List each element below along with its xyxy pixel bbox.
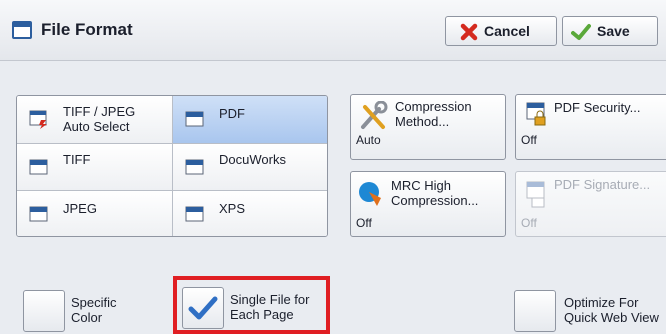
docuworks-file-icon [185,159,204,175]
lock-document-icon [526,102,546,126]
cancel-button[interactable]: Cancel [445,16,557,46]
tiff-jpeg-auto-icon [29,110,47,129]
header-bar: File Format Cancel Save [0,0,666,61]
specific-color-line2: Color [71,310,103,325]
format-xps[interactable]: XPS [173,191,327,236]
format-line1: TIFF / JPEG [63,104,136,119]
format-tiff-jpeg-auto[interactable]: TIFF / JPEG Auto Select [17,96,173,144]
checkbox-box [23,290,65,332]
pdf-signature-label: PDF Signature... [554,177,651,192]
optimize-quick-web-view-checkbox[interactable]: Optimize For Quick Web View [514,290,664,334]
specific-color-line1: Specific [71,295,117,310]
format-grid: TIFF / JPEG Auto Select PDF TIFF DocuWor… [16,95,328,237]
compression-method-button[interactable]: Compression Method... Auto [350,94,506,160]
jpeg-file-icon [29,206,48,222]
save-button[interactable]: Save [562,16,658,46]
mrc-line1: MRC High [391,178,451,193]
mrc-line2: Compression... [391,193,479,208]
compression-line2: Method... [395,114,450,129]
mrc-high-compression-button[interactable]: MRC High Compression... Off [350,171,506,237]
pdf-signature-value: Off [521,216,537,230]
mrc-icon [359,182,381,206]
format-label: PDF [219,106,245,121]
x-icon [460,23,478,41]
xps-file-icon [185,206,204,222]
format-pdf[interactable]: PDF [173,96,327,144]
format-line2: Auto Select [63,119,130,134]
pdf-security-label: PDF Security... [554,100,641,115]
quick-web-view-line1: Optimize For [564,295,639,310]
compression-line1: Compression [395,99,472,114]
signature-document-icon [526,181,545,208]
specific-color-checkbox[interactable]: Specific Color [23,290,143,334]
save-label: Save [597,23,630,39]
format-label: JPEG [63,201,97,216]
pdf-security-value: Off [521,133,537,147]
pdf-security-button[interactable]: PDF Security... Off [515,94,666,160]
selection-highlight [173,276,330,334]
quick-web-view-line2: Quick Web View [564,310,659,325]
checkmark-icon [571,24,591,40]
page-title: File Format [41,20,133,39]
format-label: XPS [219,201,246,216]
file-format-icon [12,21,32,39]
format-label: DocuWorks [219,152,286,167]
format-tiff[interactable]: TIFF [17,144,173,191]
format-label: TIFF [63,152,91,167]
cancel-label: Cancel [484,23,530,39]
pdf-file-icon [185,111,204,127]
compression-value: Auto [356,133,381,147]
format-docuworks[interactable]: DocuWorks [173,144,327,191]
checkbox-box [514,290,556,332]
mrc-value: Off [356,216,372,230]
tiff-file-icon [29,159,48,175]
tools-icon [361,101,388,129]
format-jpeg[interactable]: JPEG [17,191,173,236]
pdf-signature-button[interactable]: PDF Signature... Off [515,171,666,237]
